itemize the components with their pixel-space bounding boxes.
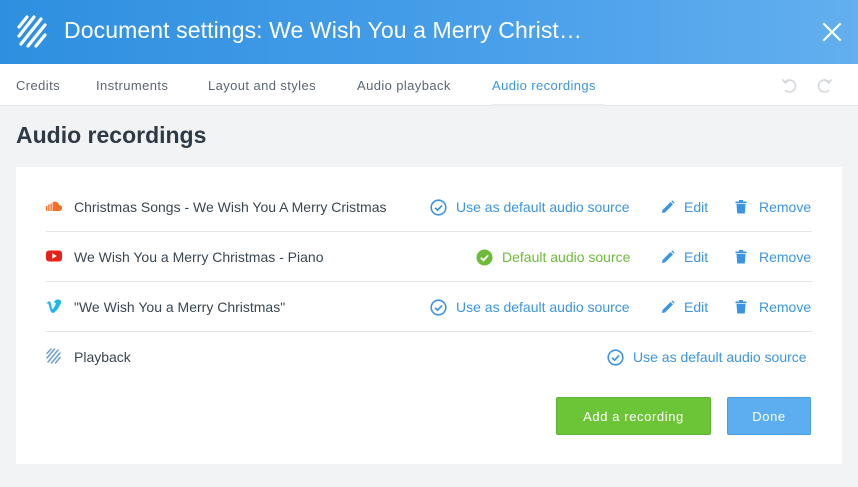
done-button[interactable]: Done xyxy=(727,397,811,435)
check-circle-icon xyxy=(607,348,624,366)
redo-icon[interactable] xyxy=(815,77,833,95)
active-tab-indicator xyxy=(492,104,604,106)
edit-button[interactable]: Edit xyxy=(661,198,708,216)
tab-audio-playback[interactable]: Audio playback xyxy=(357,78,451,93)
remove-button[interactable]: Remove xyxy=(735,198,811,216)
edit-label: Edit xyxy=(684,249,709,265)
tab-credits[interactable]: Credits xyxy=(16,78,60,93)
remove-button[interactable]: Remove xyxy=(735,298,811,316)
recording-row: We Wish You a Merry Christmas - Piano De… xyxy=(46,232,812,282)
recording-title: Playback xyxy=(74,349,131,365)
edit-label: Edit xyxy=(684,299,709,315)
recording-row: "We Wish You a Merry Christmas" Use as d… xyxy=(46,282,812,332)
tab-layout-and-styles[interactable]: Layout and styles xyxy=(208,78,316,93)
edit-button[interactable]: Edit xyxy=(661,248,708,266)
recording-row: Christmas Songs - We Wish You A Merry Cr… xyxy=(46,182,812,232)
close-icon[interactable] xyxy=(820,20,844,44)
default-source-status: Default audio source xyxy=(476,248,630,266)
set-default-label: Use as default audio source xyxy=(456,199,630,215)
trash-icon xyxy=(735,300,747,314)
recording-title: "We Wish You a Merry Christmas" xyxy=(74,299,286,315)
set-default-button[interactable]: Use as default audio source xyxy=(430,298,630,316)
remove-label: Remove xyxy=(759,199,812,215)
set-default-button[interactable]: Use as default audio source xyxy=(607,348,807,366)
dialog-header: Document settings: We Wish You a Merry C… xyxy=(0,0,858,64)
recordings-card: Christmas Songs - We Wish You A Merry Cr… xyxy=(16,167,842,464)
set-default-label: Use as default audio source xyxy=(633,349,807,365)
set-default-label: Use as default audio source xyxy=(456,299,630,315)
pencil-icon xyxy=(662,200,675,213)
trash-icon xyxy=(735,200,747,214)
recording-title: We Wish You a Merry Christmas - Piano xyxy=(74,249,324,265)
youtube-icon xyxy=(46,250,62,262)
pencil-icon xyxy=(662,250,675,263)
page-title: Audio recordings xyxy=(16,122,207,148)
set-default-button[interactable]: Use as default audio source xyxy=(430,198,630,216)
flat-logo-icon xyxy=(17,15,47,48)
vimeo-icon xyxy=(46,299,62,313)
flat-logo-icon xyxy=(46,348,61,364)
default-source-label: Default audio source xyxy=(502,249,631,265)
trash-icon xyxy=(735,250,747,264)
tab-audio-recordings[interactable]: Audio recordings xyxy=(492,78,596,93)
dialog-title: Document settings: We Wish You a Merry C… xyxy=(64,17,584,43)
undo-icon[interactable] xyxy=(781,77,799,95)
edit-label: Edit xyxy=(684,199,709,215)
settings-tabs: Credits Instruments Layout and styles Au… xyxy=(0,64,858,106)
pencil-icon xyxy=(662,300,675,313)
check-circle-icon xyxy=(430,198,447,216)
check-circle-filled-icon xyxy=(476,249,493,265)
check-circle-icon xyxy=(430,298,447,316)
recording-row: Playback Use as default audio source xyxy=(46,332,812,382)
remove-button[interactable]: Remove xyxy=(735,248,811,266)
recording-title: Christmas Songs - We Wish You A Merry Cr… xyxy=(74,199,387,215)
edit-button[interactable]: Edit xyxy=(661,298,708,316)
add-recording-button[interactable]: Add a recording xyxy=(556,397,711,435)
remove-label: Remove xyxy=(759,299,812,315)
soundcloud-icon xyxy=(46,201,62,211)
tab-instruments[interactable]: Instruments xyxy=(96,78,168,93)
remove-label: Remove xyxy=(759,249,812,265)
